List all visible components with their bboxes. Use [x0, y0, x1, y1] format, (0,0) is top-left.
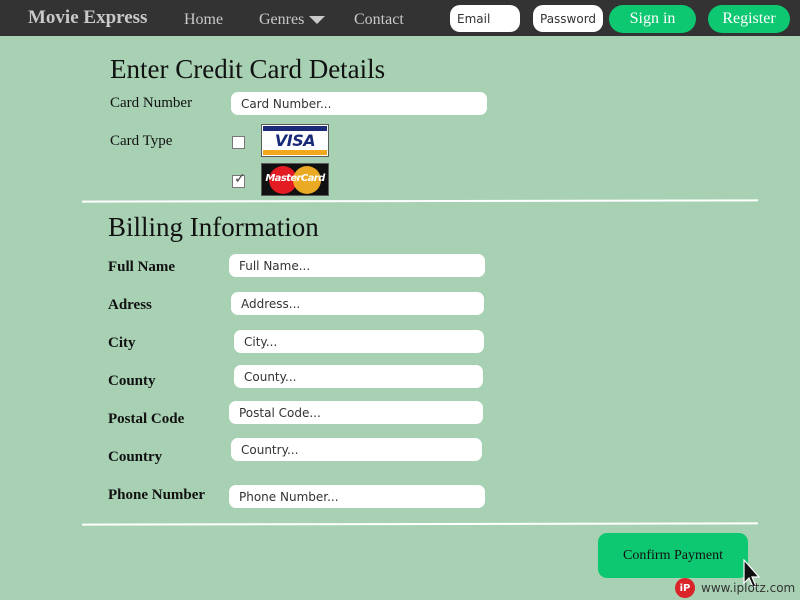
- card-number-label: Card Number: [110, 95, 193, 111]
- navbar: Movie Express Home Genres Contact Sign i…: [0, 0, 800, 36]
- watermark: iP www.iplotz.com: [675, 578, 795, 598]
- billing-section-title: Billing Information: [108, 212, 319, 242]
- phone-number-input[interactable]: [229, 485, 485, 508]
- country-input[interactable]: [231, 438, 482, 461]
- postal-code-input[interactable]: [229, 401, 483, 424]
- card-section-title: Enter Credit Card Details: [110, 54, 386, 84]
- card-number-input[interactable]: [231, 92, 487, 115]
- section-divider: [81, 199, 759, 203]
- nav-genres-label: Genres: [259, 11, 305, 28]
- county-label: County: [108, 373, 156, 389]
- city-input[interactable]: [234, 330, 484, 353]
- city-label: City: [108, 335, 136, 351]
- full-name-input[interactable]: [229, 254, 485, 277]
- password-input[interactable]: [533, 5, 603, 32]
- checkmark-icon: ✓: [234, 171, 246, 187]
- confirm-payment-button[interactable]: Confirm Payment: [598, 533, 748, 578]
- mastercard-logo-text: MasterCard: [265, 173, 325, 184]
- address-label: Adress: [108, 297, 152, 313]
- nav-home-link[interactable]: Home: [184, 11, 223, 29]
- iplotz-logo-icon: iP: [675, 578, 695, 598]
- signin-button[interactable]: Sign in: [609, 5, 696, 33]
- brand-logo[interactable]: Movie Express: [28, 7, 147, 29]
- chevron-down-icon: [309, 16, 326, 25]
- section-divider-bottom: [81, 522, 759, 526]
- visa-logo-text: VISA: [274, 131, 316, 150]
- nav-genres-dropdown[interactable]: Genres: [259, 11, 326, 29]
- email-input[interactable]: [450, 5, 520, 32]
- visa-checkbox[interactable]: [232, 136, 245, 149]
- register-button[interactable]: Register: [708, 5, 790, 33]
- full-name-label: Full Name: [108, 259, 176, 275]
- country-label: Country: [108, 449, 163, 465]
- phone-number-label: Phone Number: [108, 487, 206, 503]
- mastercard-logo: MasterCard: [261, 163, 329, 196]
- visa-logo: VISA: [261, 124, 329, 157]
- postal-code-label: Postal Code: [108, 411, 185, 427]
- card-type-label: Card Type: [110, 133, 173, 149]
- mastercard-checkbox[interactable]: ✓: [232, 171, 246, 188]
- county-input[interactable]: [234, 365, 483, 388]
- watermark-text: www.iplotz.com: [701, 581, 796, 595]
- nav-contact-link[interactable]: Contact: [354, 11, 404, 29]
- address-input[interactable]: [231, 292, 484, 315]
